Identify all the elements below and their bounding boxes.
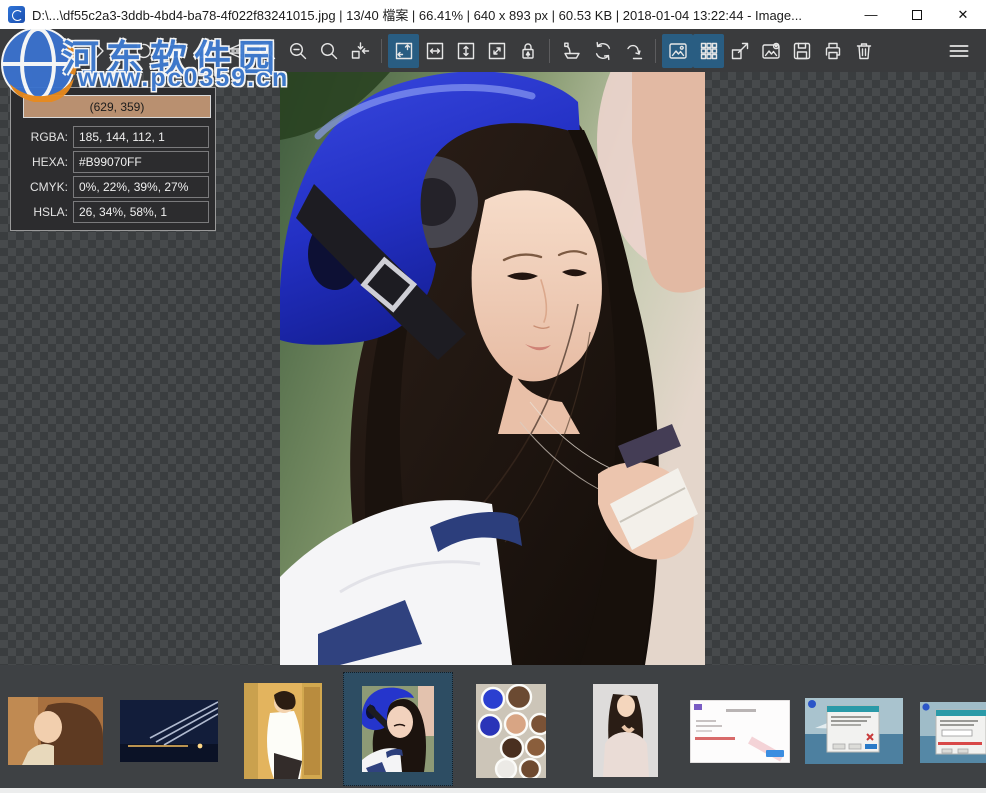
color-row-rgba: RGBA: 185, 144, 112, 1 [17,126,209,148]
thumbnail-4 [362,686,434,772]
toolbar-separator [120,39,121,63]
flip-horizontal-icon [193,39,217,63]
hsla-label: HSLA: [17,205,73,219]
magnifier-button[interactable] [313,34,344,68]
floppy-save-icon [790,39,814,63]
image-badge-icon [759,39,783,63]
color-swatch: (629, 359) [23,95,211,118]
viewer-canvas[interactable]: (629, 359) RGBA: 185, 144, 112, 1 HEXA: … [0,72,986,665]
thumbnail-2[interactable] [120,700,218,762]
thumbnail-bar [0,665,986,788]
hexa-label: HEXA: [17,155,73,169]
checkerboard-background-button[interactable] [662,34,693,68]
scale-to-width-icon [423,39,447,63]
grid-icon [697,39,721,63]
cmyk-value: 0%, 22%, 39%, 27% [73,176,209,198]
refresh-icon [591,39,615,63]
toolbar-separator [549,39,550,63]
zoom-out-icon [286,39,310,63]
maximize-button[interactable] [894,0,940,29]
scale-to-fit-icon [392,39,416,63]
window-bottom-edge [0,788,986,793]
toolbar-separator [381,39,382,63]
save-button[interactable] [786,34,817,68]
rgba-label: RGBA: [17,130,73,144]
color-picker-panel: (629, 359) RGBA: 185, 144, 112, 1 HEXA: … [10,87,216,231]
scale-to-height-icon [454,39,478,63]
scale-to-height-button[interactable] [450,34,481,68]
minimize-button[interactable]: — [848,0,894,29]
hamburger-menu-icon [946,39,972,63]
thumbnail-4-selected-cell[interactable] [343,672,453,786]
lock-zoom-button[interactable] [512,34,543,68]
thumbnail-7[interactable] [690,700,790,763]
color-row-hexa: HEXA: #B99070FF [17,151,209,173]
color-picker-icon [560,39,584,63]
zoom-in-button[interactable] [251,34,282,68]
app-icon [8,6,25,23]
thumbnail-bar-button[interactable] [693,34,724,68]
trash-icon [852,39,876,63]
color-picker-button[interactable] [556,34,587,68]
refresh-button[interactable] [587,34,618,68]
next-image-button[interactable] [83,34,114,68]
printer-icon [821,39,845,63]
scale-to-width-button[interactable] [419,34,450,68]
toolbar-separator [655,39,656,63]
previous-image-button[interactable] [52,34,83,68]
app-window: D:\...\df55c2a3-3ddb-4bd4-ba78-4f022f832… [0,0,986,793]
rotate-right-button[interactable] [158,34,189,68]
title-bar: D:\...\df55c2a3-3ddb-4bd4-ba78-4f022f832… [0,0,986,29]
hsla-value: 26, 34%, 58%, 1 [73,201,209,223]
rotate-left-icon [131,39,155,63]
goto-page-button[interactable] [618,34,649,68]
thumbnail-3[interactable] [244,683,322,779]
delete-button[interactable] [848,34,879,68]
toolbar [0,29,986,72]
chevron-right-icon [87,39,111,63]
color-row-hsla: HSLA: 26, 34%, 58%, 1 [17,201,209,223]
hexa-value: #B99070FF [73,151,209,173]
cmyk-label: CMYK: [17,180,73,194]
rotate-left-button[interactable] [127,34,158,68]
slideshow-button[interactable] [755,34,786,68]
actual-size-button[interactable] [344,34,375,68]
color-row-cmyk: CMYK: 0%, 22%, 39%, 27% [17,176,209,198]
magnifier-icon [317,39,341,63]
thumbnail-5[interactable] [476,684,546,778]
zoom-out-button[interactable] [282,34,313,68]
main-menu-button[interactable] [943,34,974,68]
thumbnail-8[interactable] [805,698,903,764]
lock-icon [516,39,540,63]
thumbnail-9[interactable] [920,702,986,763]
full-screen-button[interactable] [724,34,755,68]
close-button[interactable]: ✕ [940,0,986,29]
flip-vertical-button[interactable] [220,34,251,68]
curved-arrow-down-icon [622,39,646,63]
rotate-right-icon [162,39,186,63]
zoom-to-fill-button[interactable] [481,34,512,68]
maximize-icon [912,10,922,20]
scale-to-fit-button[interactable] [388,34,419,68]
thumbnail-1[interactable] [8,697,103,765]
window-title: D:\...\df55c2a3-3ddb-4bd4-ba78-4f022f832… [32,5,848,24]
chevron-left-icon [56,39,80,63]
print-button[interactable] [817,34,848,68]
zoom-in-icon [255,39,279,63]
expand-icon [728,39,752,63]
zoom-to-fill-icon [485,39,509,63]
flip-horizontal-button[interactable] [189,34,220,68]
rgba-value: 185, 144, 112, 1 [73,126,209,148]
thumbnail-6[interactable] [593,684,658,777]
actual-size-icon [348,39,372,63]
image-icon [666,39,690,63]
flip-vertical-icon [224,39,248,63]
viewed-photo[interactable] [280,72,705,665]
